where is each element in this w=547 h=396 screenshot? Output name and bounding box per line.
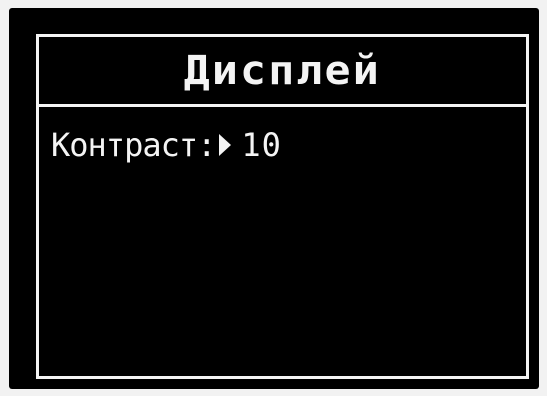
menu-item-label: Контраст: [51, 126, 216, 164]
menu-item-value[interactable]: 10 [241, 129, 282, 161]
menu-frame: Дисплей Контраст: 10 [36, 34, 529, 379]
triangle-right-icon [219, 134, 232, 156]
device-photo: Дисплей Контраст: 10 [0, 0, 547, 396]
screen-title: Дисплей [183, 47, 382, 94]
menu-item-contrast[interactable]: Контраст: 10 [51, 123, 282, 167]
title-bar: Дисплей [39, 37, 526, 107]
oled-screen: Дисплей Контраст: 10 [9, 8, 539, 389]
